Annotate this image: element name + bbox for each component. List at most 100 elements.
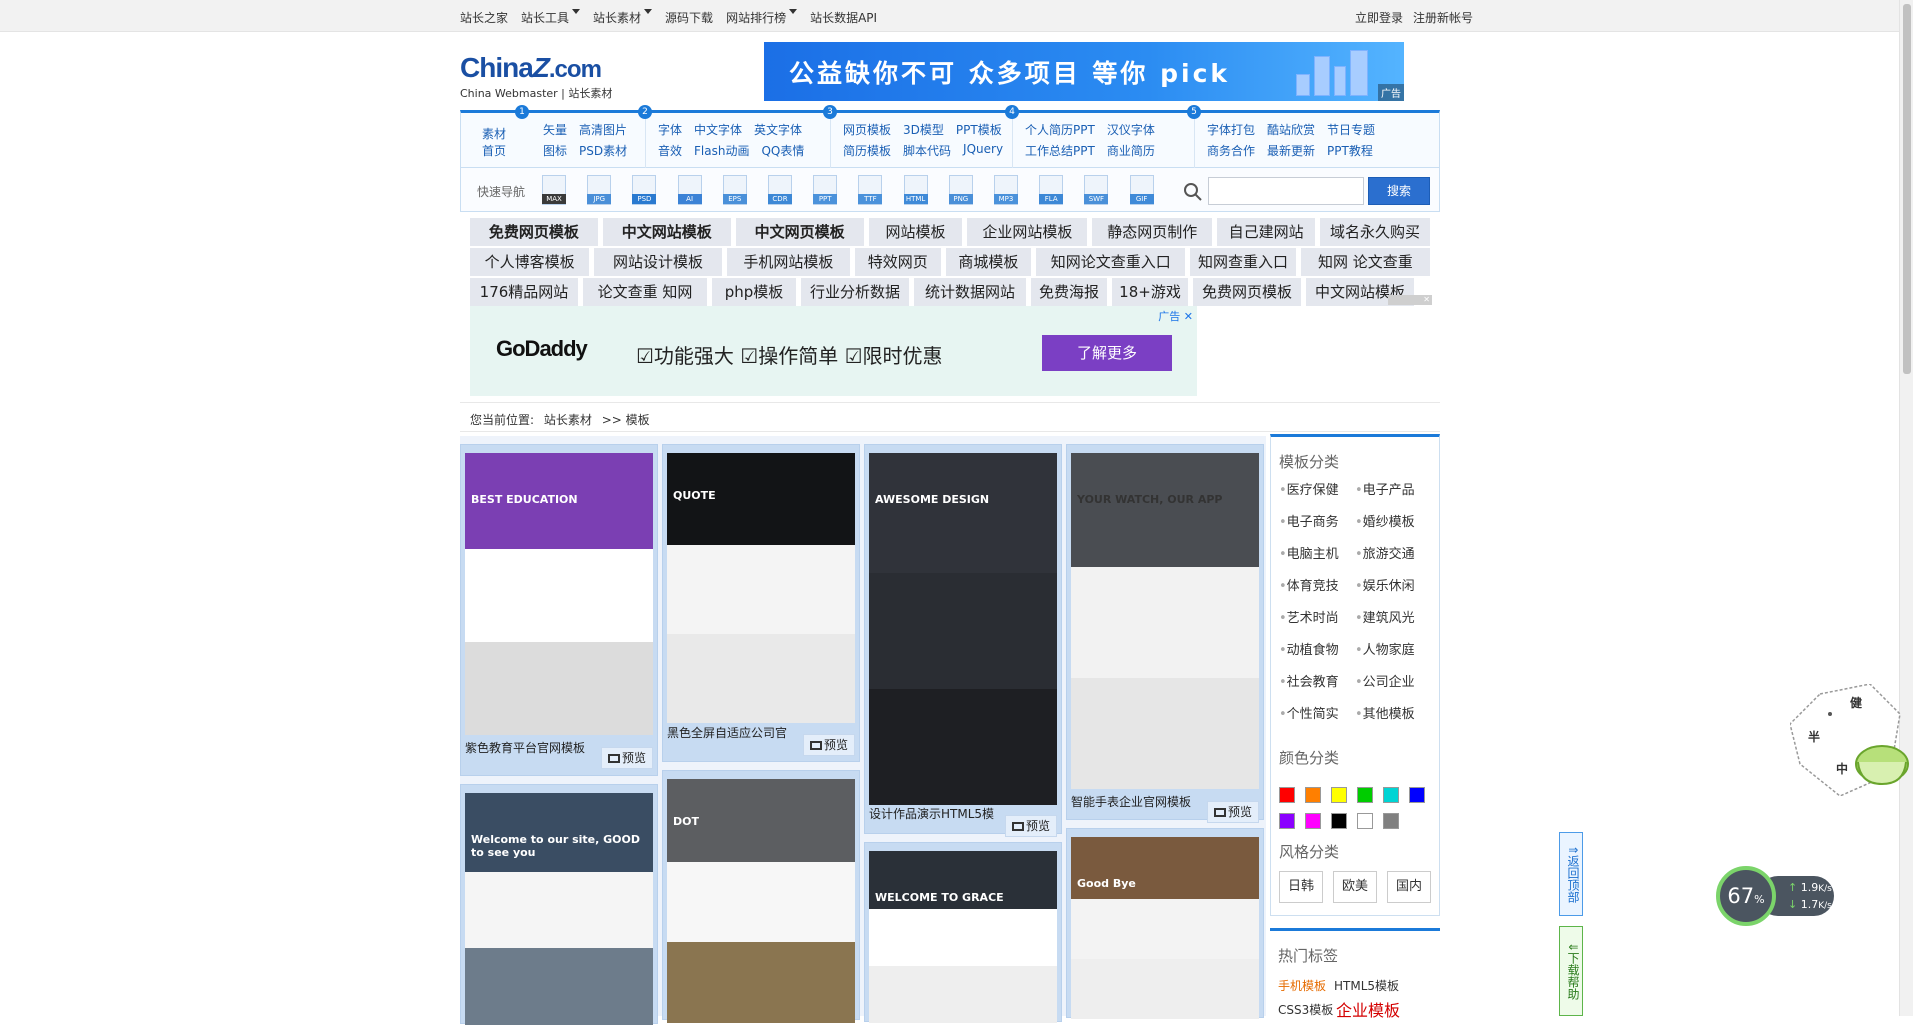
category-link[interactable]: 节日专题 — [1327, 121, 1375, 138]
style-filter-button[interactable]: 日韩 — [1279, 871, 1323, 903]
hot-link[interactable]: 网站模板 — [868, 218, 963, 246]
file-type-icon[interactable]: TTF — [858, 175, 883, 205]
hot-link[interactable]: 静态网页制作 — [1092, 218, 1213, 246]
file-type-icon[interactable]: MP3 — [994, 175, 1018, 205]
file-type-icon[interactable]: GIF — [1129, 175, 1154, 205]
template-caption[interactable]: 紫色教育平台官网模板 — [465, 739, 585, 756]
template-thumbnail[interactable]: QUOTE — [667, 453, 855, 723]
page-scrollbar[interactable] — [1899, 0, 1913, 1016]
hot-link[interactable]: 中文网站模板 — [602, 218, 731, 246]
category-filter-link[interactable]: 医疗保健 — [1279, 479, 1355, 511]
category-link[interactable]: 工作总结PPT — [1025, 142, 1095, 159]
color-swatch[interactable] — [1409, 787, 1425, 803]
hot-tag-link[interactable]: 企业模板 — [1336, 997, 1400, 1021]
breadcrumb-template[interactable]: >> 模板 — [602, 413, 650, 427]
category-filter-link[interactable]: 体育竞技 — [1279, 575, 1355, 607]
category-filter-link[interactable]: 公司企业 — [1355, 671, 1431, 703]
template-card[interactable]: YOUR WATCH, OUR APP 智能手表企业官网模板 预览 — [1066, 444, 1264, 823]
hot-link[interactable]: 免费网页模板 — [470, 218, 598, 246]
category-filter-link[interactable]: 其他模板 — [1355, 703, 1431, 735]
category-link[interactable]: 中文字体 — [694, 121, 742, 138]
category-link[interactable]: 酷站欣赏 — [1267, 121, 1315, 138]
file-type-icon[interactable]: AI — [677, 175, 702, 205]
chinaz-logo[interactable]: ChinaZ.com China Webmaster | 站长素材 — [460, 54, 630, 101]
template-thumbnail[interactable]: WELCOME TO GRACE — [869, 851, 1057, 1023]
category-filter-link[interactable]: 人物家庭 — [1355, 639, 1431, 671]
top-nav-item[interactable]: 网站排行榜 — [726, 9, 786, 26]
category-link[interactable]: PPT教程 — [1327, 142, 1373, 159]
learn-more-button[interactable]: 了解更多 — [1042, 335, 1172, 371]
color-swatch[interactable] — [1305, 813, 1321, 829]
preview-button[interactable]: 预览 — [601, 747, 653, 769]
top-banner-ad[interactable]: 公益缺你不可 众多项目 等你 pick 广告 — [764, 42, 1404, 101]
hot-link[interactable]: 企业网站模板 — [967, 218, 1088, 246]
template-thumbnail[interactable]: YOUR WATCH, OUR APP — [1071, 453, 1259, 789]
category-link[interactable]: 网页模板 — [843, 121, 891, 138]
template-card[interactable]: WELCOME TO GRACE — [864, 842, 1062, 1023]
template-thumbnail[interactable]: DOT — [667, 779, 855, 1023]
category-filter-link[interactable]: 社会教育 — [1279, 671, 1355, 703]
file-type-icon[interactable]: JPG — [587, 175, 612, 205]
category-filter-link[interactable]: 娱乐休闲 — [1355, 575, 1431, 607]
network-speed-widget[interactable]: ↑ 1.9K/s ↓ 1.7K/s 67% — [1716, 866, 1834, 926]
template-thumbnail[interactable]: Welcome to our site, GOOD to see you — [465, 793, 653, 1025]
hot-tag-link[interactable]: 手机模板 — [1278, 977, 1326, 994]
ad-close-icon[interactable]: ✕ — [1388, 295, 1432, 305]
template-thumbnail[interactable]: BEST EDUCATION — [465, 453, 653, 735]
template-card[interactable]: Good Bye — [1066, 828, 1264, 1019]
color-swatch[interactable] — [1331, 813, 1347, 829]
color-swatch[interactable] — [1279, 787, 1295, 803]
template-card[interactable]: Welcome to our site, GOOD to see you — [460, 784, 658, 1025]
file-type-icon[interactable]: HTML — [903, 175, 928, 205]
template-card[interactable]: BEST EDUCATION 紫色教育平台官网模板 预览 — [460, 444, 658, 776]
category-link[interactable]: Flash动画 — [694, 142, 749, 159]
template-card[interactable]: QUOTE 黑色全屏自适应公司官 预览 — [662, 444, 860, 762]
category-link[interactable]: PPT模板 — [956, 121, 1002, 138]
category-filter-link[interactable]: 旅游交通 — [1355, 543, 1431, 575]
hot-tag-link[interactable]: HTML5模板 — [1334, 977, 1399, 994]
hot-link[interactable]: 知网查重入口 — [1190, 248, 1296, 276]
hot-tag-link[interactable]: CSS3模板 — [1278, 1001, 1333, 1018]
hot-link[interactable]: 免费海报 — [1031, 278, 1107, 306]
color-swatch[interactable] — [1357, 813, 1373, 829]
category-link[interactable]: 脚本代码 — [903, 142, 951, 159]
category-filter-link[interactable]: 电脑主机 — [1279, 543, 1355, 575]
color-swatch[interactable] — [1357, 787, 1373, 803]
hot-link[interactable]: 中文网页模板 — [735, 218, 864, 246]
top-nav-item[interactable]: 站长工具 — [521, 9, 569, 26]
color-swatch[interactable] — [1305, 787, 1321, 803]
category-filter-link[interactable]: 建筑风光 — [1355, 607, 1431, 639]
ad-label[interactable]: 广告 ✕ — [1158, 308, 1193, 324]
material-home-link[interactable]: 素材 首页 — [479, 126, 509, 160]
file-type-icon[interactable]: FLA — [1039, 175, 1064, 205]
hot-link[interactable]: 域名永久购买 — [1320, 218, 1430, 246]
hot-link[interactable]: 行业分析数据 — [801, 278, 909, 306]
category-link[interactable]: 汉仪字体 — [1107, 121, 1155, 138]
search-input[interactable] — [1208, 177, 1364, 205]
template-caption[interactable]: 智能手表企业官网模板 — [1071, 793, 1191, 810]
category-filter-link[interactable]: 电子产品 — [1355, 479, 1431, 511]
category-link[interactable]: 商业简历 — [1107, 142, 1155, 159]
category-filter-link[interactable]: 艺术时尚 — [1279, 607, 1355, 639]
hot-link[interactable]: 商城模板 — [945, 248, 1032, 276]
category-filter-link[interactable]: 电子商务 — [1279, 511, 1355, 543]
category-link[interactable]: 图标 — [543, 142, 567, 159]
hot-link[interactable]: 网站设计模板 — [594, 248, 722, 276]
file-type-icon[interactable]: PNG — [948, 175, 973, 205]
preview-button[interactable]: 预览 — [803, 734, 855, 756]
category-link[interactable]: 简历模板 — [843, 142, 891, 159]
category-link[interactable]: JQuery — [963, 142, 1003, 159]
category-link[interactable]: 3D模型 — [903, 121, 944, 138]
hot-link[interactable]: 自己建网站 — [1217, 218, 1316, 246]
hot-link[interactable]: 特效网页 — [854, 248, 941, 276]
style-filter-button[interactable]: 欧美 — [1333, 871, 1377, 903]
template-card[interactable]: AWESOME DESIGN 设计作品演示HTML5模 预览 — [864, 444, 1062, 837]
category-link[interactable]: 字体 — [658, 121, 682, 138]
hot-link[interactable]: 统计数据网站 — [914, 278, 1026, 306]
download-help-button[interactable]: ⇓下载帮助 — [1559, 926, 1583, 1016]
top-nav-item[interactable]: 站长素材 — [593, 9, 641, 26]
template-thumbnail[interactable]: AWESOME DESIGN — [869, 453, 1057, 805]
category-filter-link[interactable]: 婚纱模板 — [1355, 511, 1431, 543]
search-button[interactable]: 搜索 — [1368, 177, 1430, 205]
preview-button[interactable]: 预览 — [1207, 801, 1259, 823]
